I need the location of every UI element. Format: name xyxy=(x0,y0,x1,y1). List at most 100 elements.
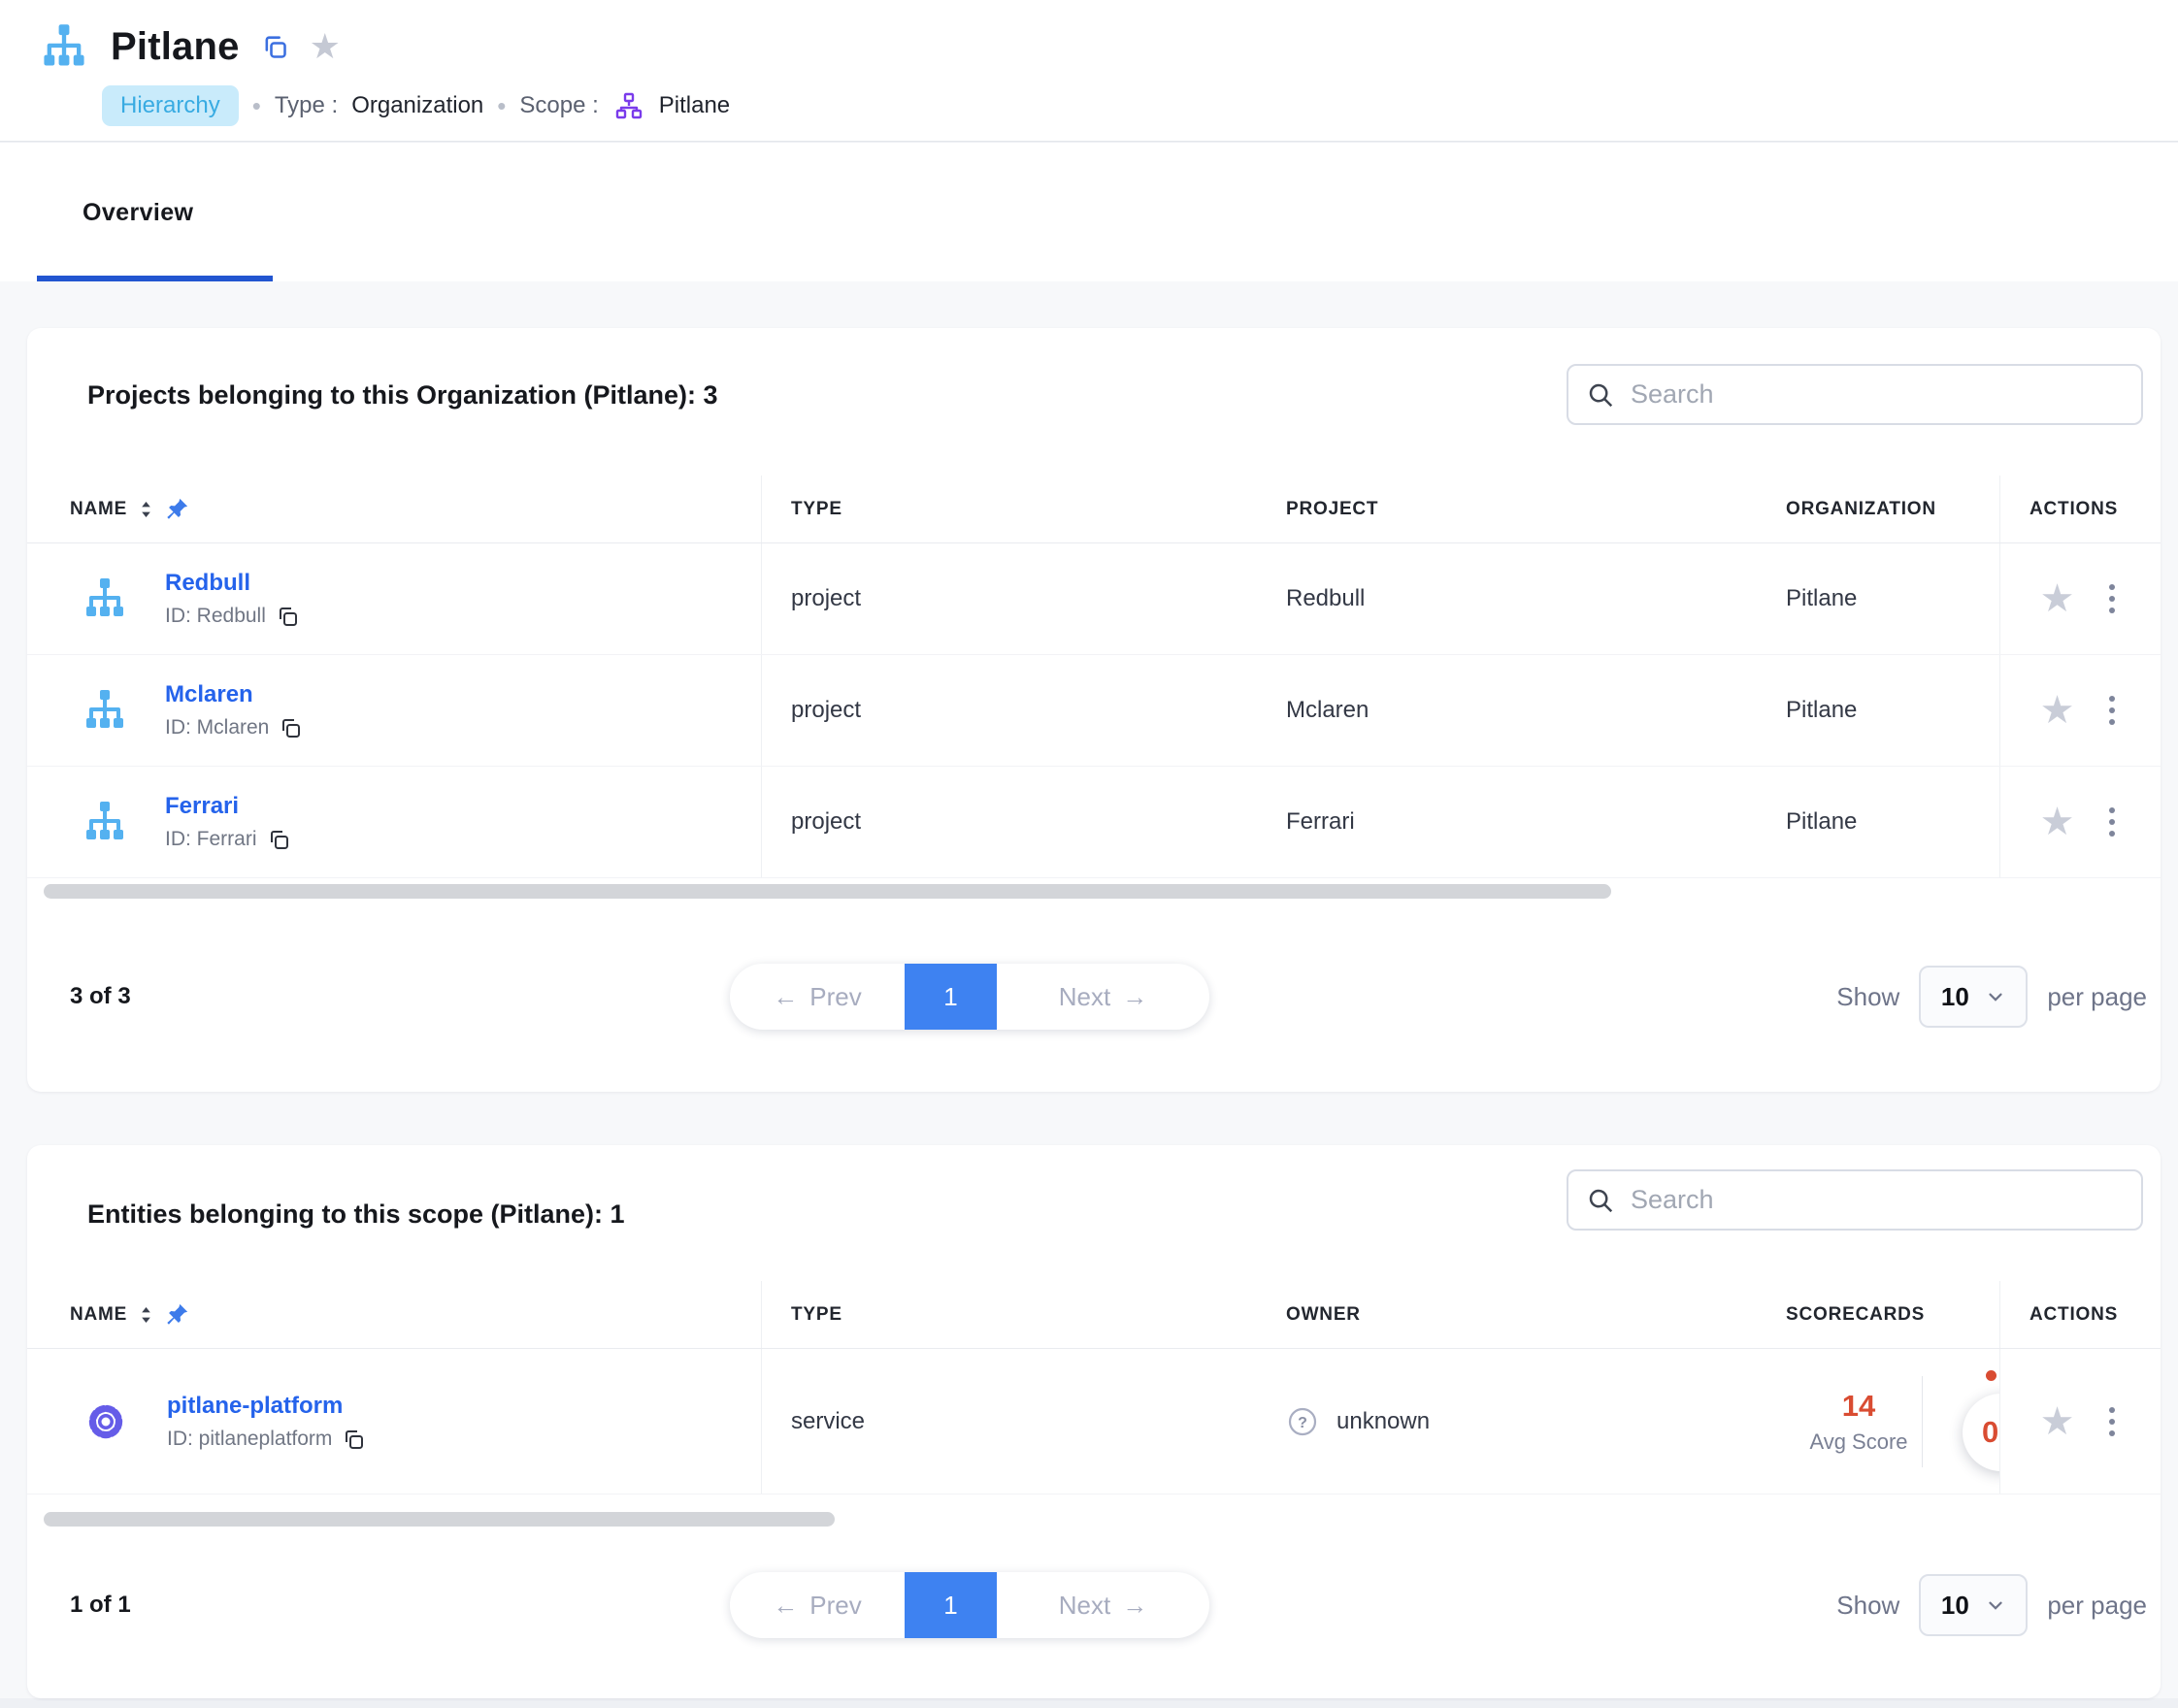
cell-organization: Pitlane xyxy=(1757,655,1999,766)
prev-page-button[interactable]: ← Prev xyxy=(730,1572,905,1638)
divider xyxy=(1922,1376,1923,1467)
table-row-mclaren: Mclaren ID: Mclaren project Mclaren Pitl… xyxy=(27,655,2161,767)
column-header-type: TYPE xyxy=(762,476,1257,542)
table-row-redbull: Redbull ID: Redbull project Redbull Pitl… xyxy=(27,543,2161,655)
favorite-star-icon[interactable]: ★ xyxy=(2040,1402,2075,1441)
page-size-control: Show 10 per page xyxy=(1836,966,2147,1028)
hierarchy-badge: Hierarchy xyxy=(102,85,239,126)
column-header-name[interactable]: NAME xyxy=(27,1281,762,1348)
avg-score: 14 Avg Score xyxy=(1786,1389,1931,1455)
show-label: Show xyxy=(1836,1591,1899,1621)
project-hierarchy-icon xyxy=(82,687,128,734)
svg-text:?: ? xyxy=(1298,1415,1307,1431)
favorite-star-icon[interactable]: ★ xyxy=(310,29,341,64)
entity-link[interactable]: pitlane-platform xyxy=(167,1393,365,1420)
chevron-down-icon xyxy=(1985,1594,2006,1616)
cell-project: Mclaren xyxy=(1257,655,1757,766)
table-row-pitlane-platform: pitlane-platform ID: pitlaneplatform ser… xyxy=(27,1349,2161,1494)
row-menu-icon[interactable] xyxy=(2103,578,2121,619)
row-menu-icon[interactable] xyxy=(2103,802,2121,842)
scorecard-status-dot xyxy=(1986,1370,1996,1381)
service-gear-icon xyxy=(82,1397,130,1446)
column-header-actions: ACTIONS xyxy=(1999,476,2161,542)
projects-table-header: NAME TYPE PROJECT ORGANIZATION ACTIONS xyxy=(27,476,2161,543)
favorite-star-icon[interactable]: ★ xyxy=(2040,579,2075,618)
cell-project: Ferrari xyxy=(1257,767,1757,877)
entities-search[interactable] xyxy=(1567,1169,2143,1231)
copy-id-icon[interactable] xyxy=(279,716,302,739)
page-number-button[interactable]: 1 xyxy=(905,1572,997,1638)
column-header-name[interactable]: NAME xyxy=(27,476,762,542)
cell-type: project xyxy=(762,767,1257,877)
tab-overview-label: Overview xyxy=(82,199,193,227)
type-label: Type : xyxy=(275,92,338,119)
show-label: Show xyxy=(1836,982,1899,1012)
projects-card-title: Projects belonging to this Organization … xyxy=(87,380,718,411)
entities-card-title: Entities belonging to this scope (Pitlan… xyxy=(87,1199,625,1230)
projects-search[interactable] xyxy=(1567,364,2143,425)
row-menu-icon[interactable] xyxy=(2103,1401,2121,1442)
page-header: Pitlane ★ Hierarchy • Type : Organizatio… xyxy=(0,0,2178,142)
next-page-button[interactable]: Next → xyxy=(997,964,1209,1030)
pager: ← Prev 1 Next → xyxy=(730,1572,1209,1638)
column-header-organization: ORGANIZATION xyxy=(1757,476,1999,542)
copy-id-icon[interactable] xyxy=(276,605,299,628)
entities-table-header: NAME TYPE OWNER SCORECARDS ACTIONS xyxy=(27,1281,2161,1349)
cell-owner: unknown xyxy=(1336,1408,1430,1435)
per-page-label: per page xyxy=(2047,1591,2147,1621)
arrow-right-icon: → xyxy=(1122,1591,1147,1621)
scope-value: Pitlane xyxy=(659,92,730,119)
column-header-scorecards: SCORECARDS xyxy=(1757,1281,1999,1348)
favorite-star-icon[interactable]: ★ xyxy=(2040,691,2075,730)
type-value: Organization xyxy=(351,92,483,119)
page-size-control: Show 10 per page xyxy=(1836,1574,2147,1636)
copy-id-icon[interactable] xyxy=(267,828,290,851)
entity-link[interactable]: Ferrari xyxy=(165,793,290,820)
copy-id-icon[interactable] xyxy=(342,1428,365,1451)
arrow-left-icon: ← xyxy=(773,1591,798,1621)
unknown-owner-icon: ? xyxy=(1286,1405,1319,1438)
projects-search-input[interactable] xyxy=(1631,379,2124,410)
scope-label: Scope : xyxy=(519,92,598,119)
cell-type: project xyxy=(762,655,1257,766)
search-icon xyxy=(1586,380,1615,410)
entity-link[interactable]: Redbull xyxy=(165,570,299,597)
pin-icon[interactable] xyxy=(165,1302,189,1327)
cell-project: Redbull xyxy=(1257,543,1757,654)
horizontal-scrollbar[interactable] xyxy=(44,884,1611,899)
sort-icon[interactable] xyxy=(139,499,153,520)
pin-icon[interactable] xyxy=(165,497,189,521)
page-size-select[interactable]: 10 xyxy=(1919,966,2028,1028)
projects-pagination: 3 of 3 ← Prev 1 Next → Show 10 xyxy=(27,964,2161,1030)
sort-icon[interactable] xyxy=(139,1304,153,1326)
entity-id: ID: Redbull xyxy=(165,605,266,628)
row-count: 3 of 3 xyxy=(70,964,131,1030)
prev-page-button[interactable]: ← Prev xyxy=(730,964,905,1030)
column-header-owner: OWNER xyxy=(1257,1281,1757,1348)
table-row-ferrari: Ferrari ID: Ferrari project Ferrari Pitl… xyxy=(27,767,2161,878)
favorite-star-icon[interactable]: ★ xyxy=(2040,803,2075,841)
entities-pagination: 1 of 1 ← Prev 1 Next → Show 10 xyxy=(27,1572,2161,1638)
arrow-right-icon: → xyxy=(1122,982,1147,1012)
project-hierarchy-icon xyxy=(82,799,128,845)
cell-type: project xyxy=(762,543,1257,654)
pager: ← Prev 1 Next → xyxy=(730,964,1209,1030)
entities-card: Entities belonging to this scope (Pitlan… xyxy=(27,1145,2161,1698)
horizontal-scrollbar[interactable] xyxy=(44,1512,835,1527)
row-menu-icon[interactable] xyxy=(2103,690,2121,731)
column-header-actions: ACTIONS xyxy=(1999,1281,2161,1348)
copy-title-icon[interactable] xyxy=(261,33,288,60)
row-count: 1 of 1 xyxy=(70,1572,131,1638)
page-number-button[interactable]: 1 xyxy=(905,964,997,1030)
chevron-down-icon xyxy=(1985,986,2006,1007)
tab-overview[interactable]: Overview xyxy=(37,143,273,281)
entity-id: ID: Ferrari xyxy=(165,828,257,851)
column-header-type: TYPE xyxy=(762,1281,1257,1348)
next-page-button[interactable]: Next → xyxy=(997,1572,1209,1638)
scope-hierarchy-icon xyxy=(614,91,644,120)
project-hierarchy-icon xyxy=(82,575,128,622)
page-size-select[interactable]: 10 xyxy=(1919,1574,2028,1636)
entity-link[interactable]: Mclaren xyxy=(165,681,302,708)
entity-id: ID: Mclaren xyxy=(165,716,269,739)
entities-search-input[interactable] xyxy=(1631,1185,2124,1215)
